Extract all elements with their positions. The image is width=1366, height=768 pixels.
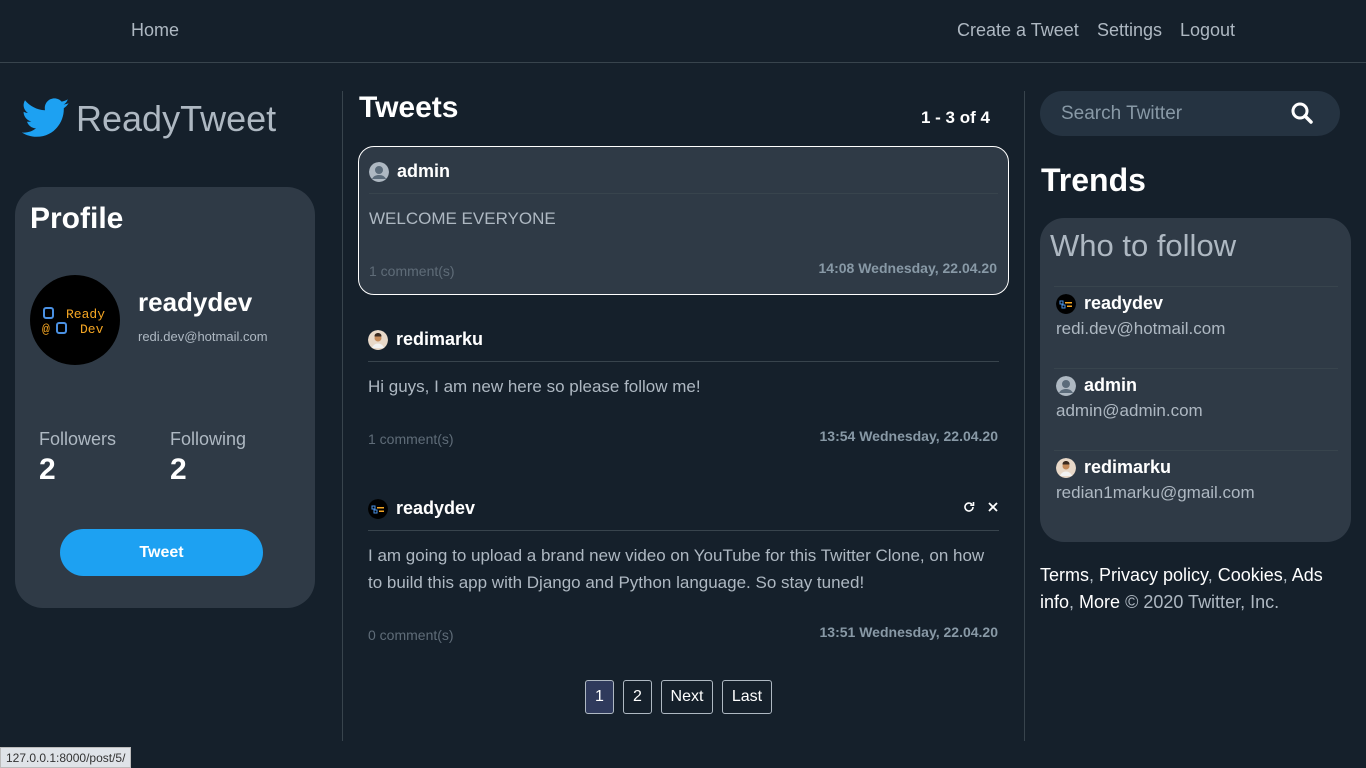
svg-text:@: @ bbox=[42, 322, 50, 337]
ready-dev-logo-icon: Ready @ Dev bbox=[42, 307, 105, 337]
follow-suggestion-email: redi.dev@hotmail.com bbox=[1056, 319, 1226, 338]
footer-privacy-link[interactable]: Privacy policy bbox=[1099, 565, 1208, 585]
ready-dev-avatar-icon bbox=[368, 499, 388, 519]
nav-settings-link[interactable]: Settings bbox=[1097, 20, 1162, 41]
who-to-follow-card: Who to follow readydev redi.dev@hotmail.… bbox=[1040, 218, 1351, 542]
close-icon[interactable] bbox=[987, 501, 999, 513]
tweet-timestamp: 14:08 Wednesday, 22.04.20 bbox=[818, 260, 997, 276]
tweet-actions bbox=[963, 501, 999, 513]
ready-dev-avatar-icon bbox=[1056, 293, 1076, 314]
profile-username: readydev bbox=[138, 287, 253, 317]
footer-more-link[interactable]: More bbox=[1079, 592, 1120, 612]
pagination-last-button[interactable]: Last bbox=[722, 680, 772, 714]
profile-avatar: Ready @ Dev bbox=[30, 275, 120, 365]
follow-suggestion-email: admin@admin.com bbox=[1056, 401, 1203, 420]
default-user-avatar-icon bbox=[369, 162, 389, 182]
footer-links: Terms, Privacy policy, Cookies, Ads info… bbox=[1040, 565, 1323, 612]
tweet-body: WELCOME EVERYONE bbox=[369, 209, 556, 228]
twitter-bird-icon bbox=[22, 98, 70, 137]
who-to-follow-title: Who to follow bbox=[1050, 228, 1237, 263]
tweet-timestamp: 13:51 Wednesday, 22.04.20 bbox=[819, 624, 998, 640]
trends-title: Trends bbox=[1041, 162, 1146, 198]
tweet-author[interactable]: redimarku bbox=[396, 329, 483, 350]
profile-card: Profile Ready @ Dev readydev redi.dev@ho… bbox=[15, 187, 315, 608]
pagination-page-1[interactable]: 1 bbox=[585, 680, 614, 714]
pagination-page-2[interactable]: 2 bbox=[623, 680, 652, 714]
search-bar bbox=[1040, 91, 1340, 136]
followers-label: Followers bbox=[39, 429, 117, 449]
tweet-card[interactable]: readydev I am going to upload a brand ne… bbox=[358, 484, 1009, 656]
follow-suggestion[interactable]: admin admin@admin.com bbox=[1054, 368, 1338, 450]
tweet-body: I am going to upload a brand new video o… bbox=[368, 546, 985, 592]
svg-text:Dev: Dev bbox=[80, 322, 104, 337]
brand-name: ReadyTweet bbox=[76, 98, 277, 139]
follow-suggestion-name[interactable]: readydev bbox=[1084, 293, 1163, 314]
default-user-avatar-icon bbox=[1056, 375, 1076, 396]
nav-create-tweet-link[interactable]: Create a Tweet bbox=[957, 20, 1079, 41]
search-icon[interactable] bbox=[1290, 101, 1314, 125]
tweet-header: redimarku bbox=[368, 329, 999, 362]
tweet-author[interactable]: readydev bbox=[396, 498, 475, 519]
nav-home-link[interactable]: Home bbox=[131, 20, 179, 41]
user-photo-avatar-icon bbox=[1056, 457, 1076, 478]
user-photo-avatar-icon bbox=[368, 330, 388, 350]
tweet-comments-count[interactable]: 1 comment(s) bbox=[368, 431, 454, 447]
following-label: Following bbox=[170, 429, 247, 449]
browser-status-url: 127.0.0.1:8000/post/5/ bbox=[0, 747, 132, 768]
column-divider-left bbox=[342, 91, 343, 741]
pagination-next-button[interactable]: Next bbox=[661, 680, 713, 714]
follow-suggestion[interactable]: readydev redi.dev@hotmail.com bbox=[1054, 286, 1338, 368]
column-divider-right bbox=[1024, 91, 1025, 741]
followers-count: 2 bbox=[39, 453, 56, 486]
follow-suggestion[interactable]: redimarku redian1marku@gmail.com bbox=[1054, 450, 1338, 532]
tweet-body: Hi guys, I am new here so please follow … bbox=[368, 377, 701, 396]
feed-title: Tweets bbox=[359, 91, 459, 124]
tweet-author[interactable]: admin bbox=[397, 161, 450, 182]
top-navbar: Home Create a Tweet Settings Logout bbox=[0, 0, 1366, 63]
footer-copyright: © 2020 Twitter, Inc. bbox=[1125, 592, 1280, 612]
tweet-comments-count[interactable]: 1 comment(s) bbox=[369, 263, 455, 279]
footer-cookies-link[interactable]: Cookies bbox=[1218, 565, 1283, 585]
nav-logout-link[interactable]: Logout bbox=[1180, 20, 1235, 41]
tweet-button[interactable]: Tweet bbox=[60, 529, 263, 576]
tweet-header: readydev bbox=[368, 498, 999, 531]
profile-title: Profile bbox=[30, 202, 124, 235]
following-count: 2 bbox=[170, 453, 187, 486]
follow-suggestion-name[interactable]: admin bbox=[1084, 375, 1137, 396]
tweet-timestamp: 13:54 Wednesday, 22.04.20 bbox=[819, 428, 998, 444]
tweet-comments-count[interactable]: 0 comment(s) bbox=[368, 627, 454, 643]
tweet-card[interactable]: admin WELCOME EVERYONE 1 comment(s) 14:0… bbox=[358, 146, 1009, 295]
search-input[interactable] bbox=[1061, 101, 1281, 126]
follow-suggestion-email: redian1marku@gmail.com bbox=[1056, 483, 1255, 502]
refresh-icon[interactable] bbox=[963, 501, 975, 513]
svg-text:Ready: Ready bbox=[66, 307, 105, 322]
brand-logo[interactable]: ReadyTweet bbox=[22, 98, 276, 140]
page-range: 1 - 3 of 4 bbox=[921, 108, 990, 127]
tweet-card[interactable]: redimarku Hi guys, I am new here so plea… bbox=[358, 315, 1009, 464]
tweet-header: admin bbox=[369, 161, 998, 194]
follow-suggestion-name[interactable]: redimarku bbox=[1084, 457, 1171, 478]
profile-email: redi.dev@hotmail.com bbox=[138, 329, 268, 344]
footer-terms-link[interactable]: Terms bbox=[1040, 565, 1089, 585]
